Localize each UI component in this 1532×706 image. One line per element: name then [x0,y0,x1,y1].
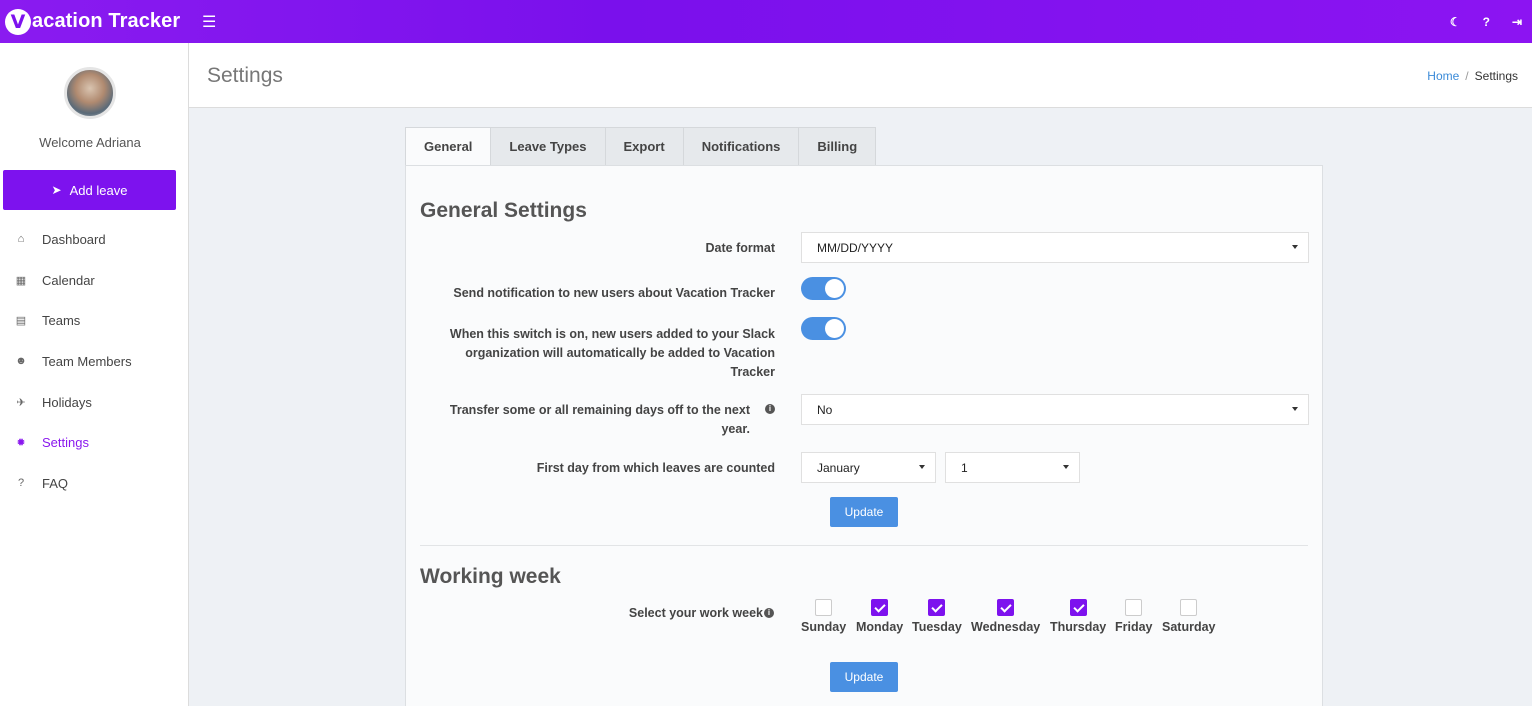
sidebar-item-label: Dashboard [42,231,106,247]
brand-logo-link[interactable]: V acation Tracker [0,0,188,43]
sunday-checkbox[interactable] [815,599,833,616]
tab-billing[interactable]: Billing [799,127,877,166]
first-day-label: First day from which leaves are counted [536,461,775,475]
add-leave-label: Add leave [69,182,128,198]
sidebar: Welcome Adriana ➤ Add leave ⌂ Dashboard … [0,43,189,706]
friday-checkbox[interactable] [1125,599,1143,616]
sidebar-item-label: Team Members [42,353,132,369]
day-label: Saturday [1162,620,1216,634]
tab-leave-types[interactable]: Leave Types [491,127,606,166]
settings-panel: General Settings Date format MM/DD/YYYY … [405,165,1323,706]
day-label: Tuesday [912,620,962,634]
building-icon: ▤ [15,315,27,328]
users-icon: ☻ [15,355,27,368]
plane-icon: ✈ [16,396,26,409]
toggle-knob [825,279,844,298]
page-title: Settings [207,64,283,87]
date-format-label: Date format [705,241,775,255]
toggle-knob [825,319,844,338]
breadcrumb-separator: / [1465,69,1469,83]
tab-notifications[interactable]: Notifications [683,127,800,166]
tab-general[interactable]: General [405,127,492,166]
welcome-text: Welcome Adriana [39,135,141,150]
sidebar-item-label: Holidays [42,394,92,410]
day-label: Thursday [1050,620,1107,634]
sidebar-item-settings[interactable]: ✹ Settings [0,422,188,463]
first-day-day-value: 1 [961,460,968,475]
tab-export[interactable]: Export [605,127,684,166]
general-settings-heading: General Settings [420,199,587,222]
sidebar-item-team-members[interactable]: ☻ Team Members [0,341,188,382]
section-divider [420,545,1308,546]
sidebar-item-label: Settings [42,435,89,451]
day-friday[interactable]: Friday [1115,599,1153,634]
date-format-value: MM/DD/YYYY [817,240,894,255]
home-icon: ⌂ [17,233,25,246]
auto-add-users-toggle[interactable] [801,317,846,340]
auto-add-users-label: When this switch is on, new users added … [449,327,775,379]
transfer-days-select[interactable]: No [801,394,1309,425]
transfer-days-value: No [817,402,833,417]
menu-toggle-icon[interactable]: ☰ [202,12,216,32]
chevron-down-icon [919,465,925,469]
chevron-down-icon [1292,245,1298,249]
breadcrumb: Home / Settings [1427,69,1518,83]
saturday-checkbox[interactable] [1180,599,1198,616]
day-label: Friday [1115,620,1153,634]
day-monday[interactable]: Monday [856,599,903,634]
sidebar-item-label: Teams [42,313,81,329]
sidebar-item-calendar[interactable]: ▦ Calendar [0,260,188,301]
transfer-days-label: Transfer some or all remaining days off … [449,403,750,436]
app-name: acation Tracker [32,10,181,32]
thursday-checkbox[interactable] [1069,599,1087,616]
chevron-down-icon [1063,465,1069,469]
sidebar-nav: ⌂ Dashboard ▦ Calendar ▤ Teams ☻ Team Me… [0,219,188,504]
working-week-heading: Working week [420,565,561,588]
sidebar-item-label: FAQ [42,475,69,491]
day-wednesday[interactable]: Wednesday [971,599,1040,634]
working-week-update-button[interactable]: Update [830,662,898,692]
question-circle-icon: ? [17,477,25,490]
avatar [64,67,116,119]
page-header: Settings Home / Settings [189,43,1532,108]
sidebar-item-faq[interactable]: ? FAQ [0,463,188,504]
day-tuesday[interactable]: Tuesday [912,599,962,634]
notify-new-users-label: Send notification to new users about Vac… [453,286,775,300]
dark-mode-icon[interactable]: ☾ [1450,15,1461,29]
breadcrumb-current: Settings [1474,69,1518,83]
monday-checkbox[interactable] [871,599,889,616]
sidebar-item-teams[interactable]: ▤ Teams [0,300,188,341]
logo-icon: V [5,8,31,35]
info-icon[interactable]: i [764,608,774,618]
add-leave-button[interactable]: ➤ Add leave [3,170,176,210]
day-label: Monday [856,620,904,634]
first-day-month-value: January [817,460,860,475]
first-day-month-select[interactable]: January [801,452,936,483]
select-work-week-label: Select your work week [628,606,763,620]
day-label: Sunday [801,620,847,634]
logout-icon[interactable]: ⇥ [1512,15,1522,29]
sidebar-item-label: Calendar [42,272,95,288]
top-bar: V acation Tracker ☰ ☾ ? ⇥ [0,0,1532,43]
general-update-button[interactable]: Update [830,497,898,527]
day-sunday[interactable]: Sunday [801,599,846,634]
day-label: Wednesday [971,620,1041,634]
help-icon[interactable]: ? [1483,15,1490,29]
first-day-day-select[interactable]: 1 [945,452,1080,483]
sidebar-item-dashboard[interactable]: ⌂ Dashboard [0,219,188,260]
info-icon[interactable]: i [765,404,775,414]
calendar-icon: ▦ [15,274,27,287]
breadcrumb-home-link[interactable]: Home [1427,69,1459,83]
tuesday-checkbox[interactable] [928,599,946,616]
notify-new-users-toggle[interactable] [801,277,846,300]
gear-icon: ✹ [16,437,26,450]
date-format-select[interactable]: MM/DD/YYYY [801,232,1309,263]
wednesday-checkbox[interactable] [997,599,1015,616]
sidebar-item-holidays[interactable]: ✈ Holidays [0,382,188,423]
day-thursday[interactable]: Thursday [1050,599,1106,634]
rocket-icon: ➤ [51,183,62,197]
chevron-down-icon [1292,407,1298,411]
day-saturday[interactable]: Saturday [1162,599,1216,634]
settings-tabs: General Leave Types Export Notifications… [405,127,877,166]
